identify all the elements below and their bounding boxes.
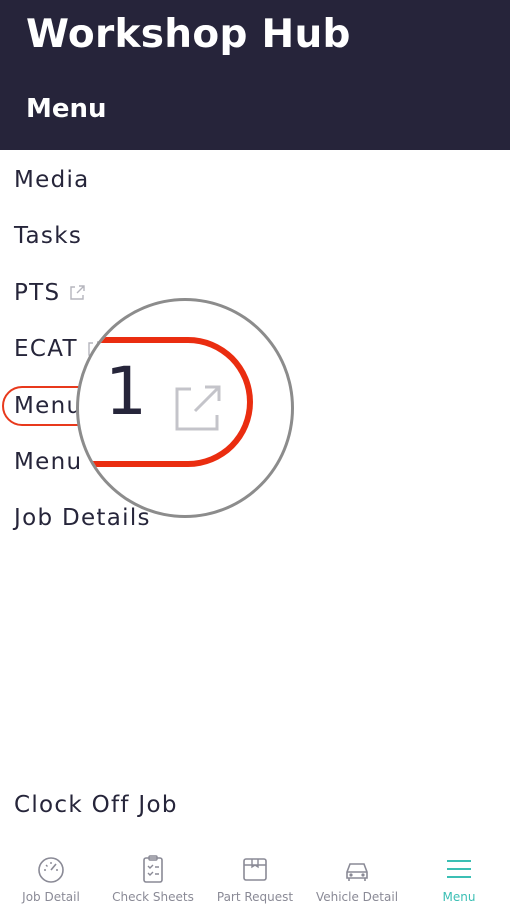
magnified-highlight-ring (79, 337, 253, 467)
nav-part-request[interactable]: Part Request (204, 846, 306, 908)
menu-item-label: Tasks (14, 223, 83, 249)
menu-item-label: Menu (14, 449, 83, 475)
menu-item-job-details[interactable]: Job Details (14, 498, 151, 538)
nav-label: Menu (442, 890, 476, 904)
bottom-nav: Job Detail Check Sheets Part Request Veh… (0, 846, 510, 908)
hamburger-icon (443, 854, 475, 884)
external-link-icon (171, 381, 225, 435)
menu-item-label: Menu (14, 393, 83, 419)
app-title: Workshop Hub (26, 12, 351, 57)
menu-item-menu-2[interactable]: Menu (14, 442, 82, 482)
menu-item-media[interactable]: Media (14, 160, 90, 200)
app-header: Workshop Hub Menu (0, 0, 510, 150)
magnifier-lens: 1 (76, 298, 294, 518)
nav-label: Part Request (216, 890, 294, 904)
menu-item-pts[interactable]: PTS (14, 273, 86, 313)
magnified-text: 1 (105, 353, 147, 430)
car-icon (341, 854, 373, 884)
nav-label: Job Detail (22, 890, 80, 904)
menu-item-label: PTS (14, 280, 61, 306)
nav-job-detail[interactable]: Job Detail (0, 846, 102, 908)
nav-label: Vehicle Detail (315, 890, 399, 904)
clock-off-job-button[interactable]: Clock Off Job (14, 792, 178, 818)
box-icon (239, 854, 271, 884)
nav-label: Check Sheets (112, 890, 194, 904)
menu-item-label: ECAT (14, 336, 78, 362)
menu-item-menu-1[interactable]: Menu (14, 386, 82, 426)
menu-item-tasks[interactable]: Tasks (14, 216, 82, 256)
menu-item-label: Job Details (14, 505, 151, 531)
nav-vehicle-detail[interactable]: Vehicle Detail (306, 846, 408, 908)
external-link-icon (68, 284, 86, 302)
speedometer-icon (35, 854, 67, 884)
menu-item-label: Media (14, 167, 90, 193)
nav-check-sheets[interactable]: Check Sheets (102, 846, 204, 908)
page-title: Menu (26, 94, 107, 124)
clipboard-icon (137, 854, 169, 884)
nav-menu[interactable]: Menu (408, 846, 510, 908)
